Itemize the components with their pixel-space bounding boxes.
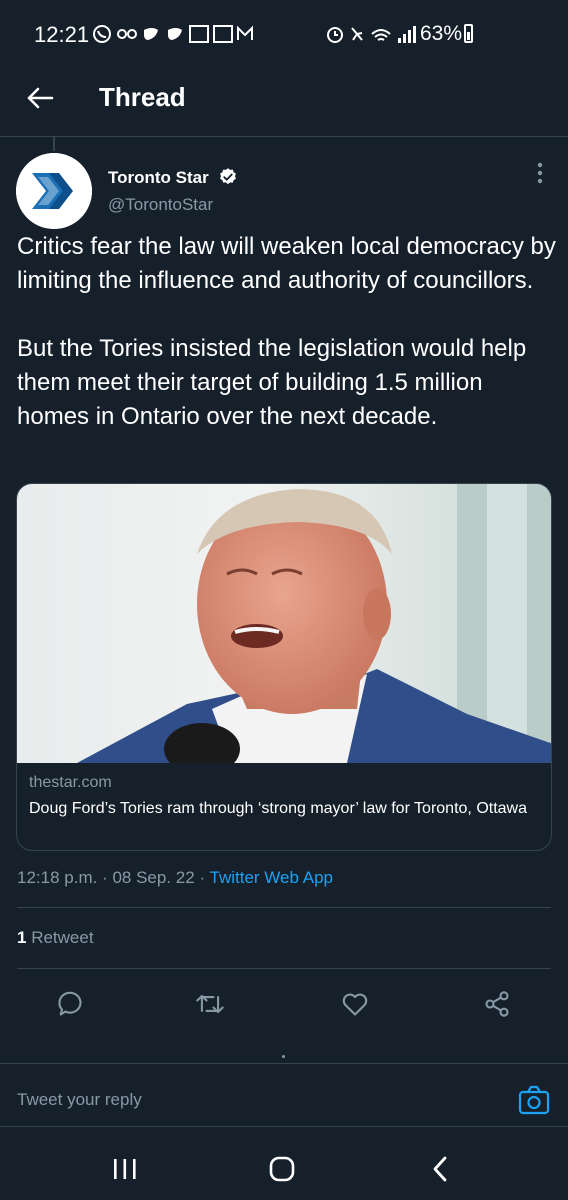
scroll-indicator-dot bbox=[282, 1055, 285, 1058]
reply-button[interactable] bbox=[52, 986, 88, 1022]
header-divider bbox=[0, 136, 568, 137]
link-preview-card[interactable]: thestar.com Doug Ford’s Tories ram throu… bbox=[16, 483, 552, 851]
author-handle[interactable]: @TorontoStar bbox=[108, 195, 213, 215]
divider bbox=[17, 968, 551, 969]
retweet-label: Retweet bbox=[31, 928, 94, 947]
camera-button[interactable] bbox=[517, 1083, 551, 1117]
tweet-paragraph-1: Critics fear the law will weaken local d… bbox=[17, 233, 556, 294]
card-title: Doug Ford’s Tories ram through ‘strong m… bbox=[29, 800, 527, 817]
share-icon bbox=[485, 991, 509, 1017]
author-avatar[interactable] bbox=[16, 153, 92, 229]
nav-back-button[interactable] bbox=[428, 1154, 452, 1184]
article-photo bbox=[17, 484, 551, 763]
tweet-paragraph-2: But the Tories insisted the legislation … bbox=[17, 335, 527, 430]
arrow-left-icon bbox=[27, 87, 54, 109]
system-icons bbox=[326, 22, 418, 52]
heart-icon bbox=[342, 993, 368, 1016]
retweet-count-row[interactable]: 1 Retweet bbox=[17, 928, 94, 948]
author-name[interactable]: Toronto Star bbox=[108, 168, 209, 188]
verified-badge-icon bbox=[220, 168, 236, 185]
notification-icons-svg bbox=[93, 25, 253, 43]
nav-home-button[interactable] bbox=[268, 1155, 296, 1183]
tweet-source-link[interactable]: Twitter Web App bbox=[210, 868, 333, 887]
retweet-icon bbox=[196, 994, 224, 1014]
home-icon bbox=[269, 1156, 295, 1182]
retweet-count: 1 bbox=[17, 928, 27, 947]
divider bbox=[0, 1126, 568, 1127]
camera-icon bbox=[518, 1085, 550, 1115]
system-icons-svg bbox=[327, 26, 416, 43]
nav-recents-button[interactable] bbox=[110, 1156, 140, 1182]
meta-separator: · bbox=[199, 868, 210, 887]
divider bbox=[17, 907, 551, 908]
comment-icon bbox=[58, 991, 82, 1016]
page-title: Thread bbox=[99, 82, 186, 112]
status-time: 12:21 bbox=[34, 22, 90, 47]
divider bbox=[0, 1063, 568, 1064]
tweet-date: 08 Sep. 22 bbox=[112, 868, 195, 887]
battery-icon bbox=[464, 24, 473, 43]
meta-separator: · bbox=[102, 868, 113, 887]
toronto-star-logo-icon bbox=[16, 153, 92, 229]
chevron-left-icon bbox=[433, 1156, 447, 1182]
like-button[interactable] bbox=[337, 986, 373, 1022]
battery-level: 63% bbox=[420, 22, 463, 45]
tweet-text: Critics fear the law will weaken local d… bbox=[17, 230, 557, 434]
thread-connector-line bbox=[53, 137, 55, 151]
status-bar: 12:21 63% bbox=[0, 0, 568, 70]
back-button[interactable] bbox=[20, 78, 60, 118]
more-vertical-icon bbox=[537, 162, 543, 184]
recents-icon bbox=[114, 1159, 136, 1179]
card-domain: thestar.com bbox=[29, 774, 112, 791]
notification-icons bbox=[92, 22, 257, 52]
retweet-button[interactable] bbox=[192, 986, 228, 1022]
reply-input[interactable] bbox=[17, 1080, 497, 1120]
more-options-button[interactable] bbox=[528, 162, 552, 188]
article-photo-svg bbox=[17, 484, 551, 763]
share-button[interactable] bbox=[479, 986, 515, 1022]
tweet-meta: 12:18 p.m. · 08 Sep. 22 · Twitter Web Ap… bbox=[17, 868, 333, 888]
tweet-time: 12:18 p.m. bbox=[17, 868, 98, 887]
